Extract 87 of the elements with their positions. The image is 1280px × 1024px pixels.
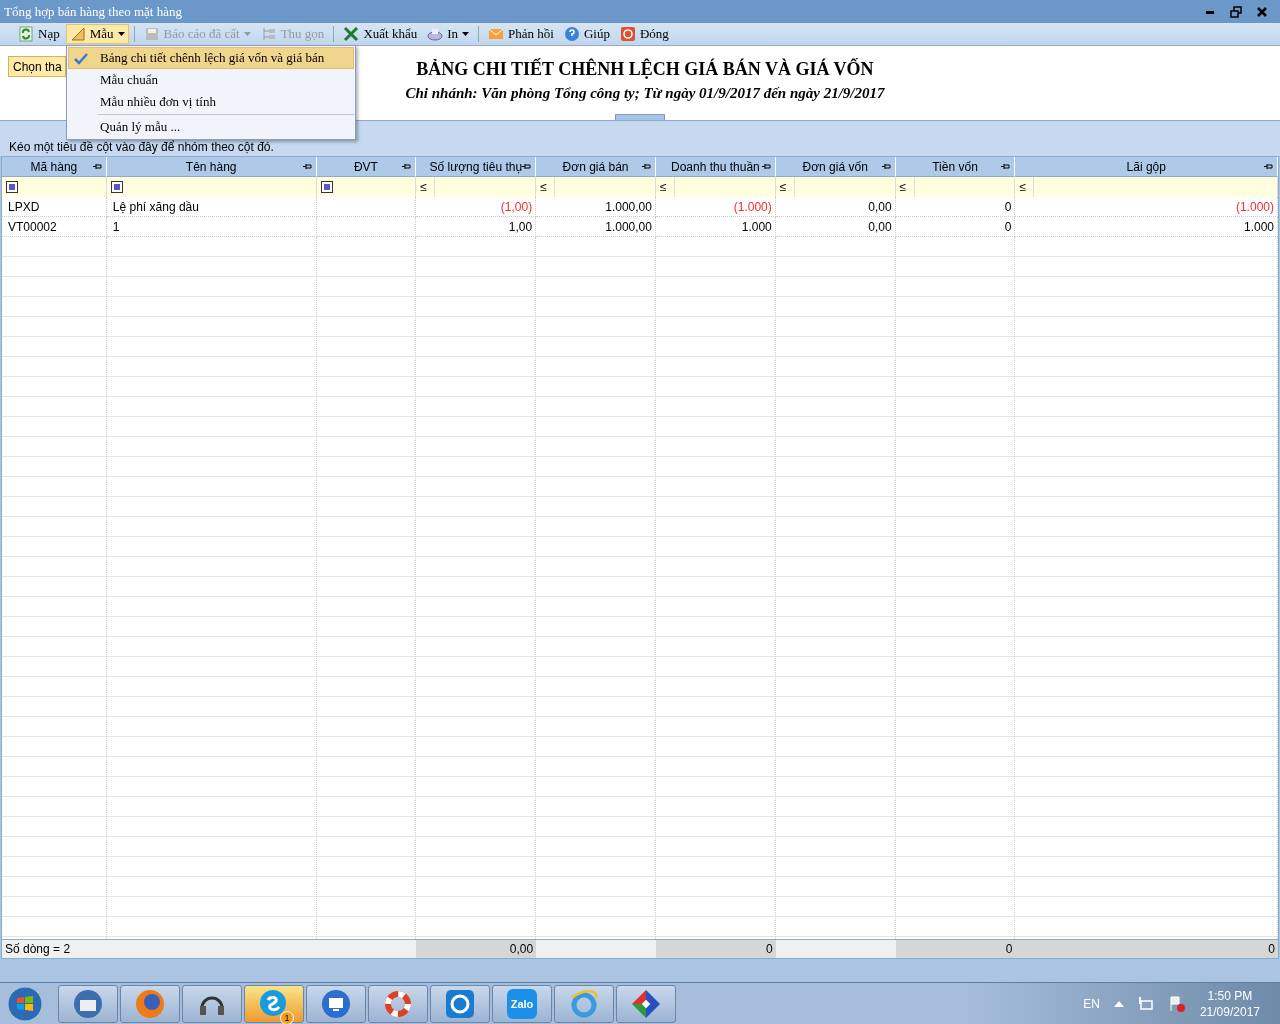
filter-operator[interactable]: ≤ xyxy=(1019,177,1035,197)
pinwheel-icon xyxy=(630,987,662,1020)
tree-icon xyxy=(260,26,277,42)
report-title: BẢNG CHI TIẾT CHÊNH LỆCH GIÁ BÁN VÀ GIÁ VỐN xyxy=(416,59,874,80)
caret-up-icon[interactable] xyxy=(1113,1000,1124,1007)
fork-app-icon xyxy=(444,987,476,1020)
column-header[interactable]: ĐVT xyxy=(316,157,417,177)
save-icon xyxy=(143,26,160,42)
flag-error-icon[interactable] xyxy=(1167,994,1186,1013)
toolbar-button[interactable]: Nạp xyxy=(14,24,64,44)
table-cell: 1.000,00 xyxy=(536,197,656,217)
table-cell: (1,00) xyxy=(416,197,537,217)
help-icon xyxy=(563,26,580,42)
mail-app-icon xyxy=(72,987,104,1020)
start-orb-icon[interactable] xyxy=(7,985,43,1022)
column-header[interactable]: Đơn giá vốn xyxy=(775,157,896,177)
footer-cell: 0,00 xyxy=(416,940,537,958)
collapse-handle[interactable] xyxy=(615,114,665,120)
table-cell: LPXD xyxy=(2,197,107,217)
table-cell: (1.000) xyxy=(655,197,776,217)
toolbar-button[interactable]: Đóng xyxy=(615,24,673,44)
pin-icon[interactable] xyxy=(92,163,102,170)
pin-icon[interactable] xyxy=(1264,163,1273,170)
taskbar-app-button[interactable] xyxy=(430,984,490,1023)
pin-icon[interactable] xyxy=(522,163,532,170)
column-header[interactable]: Doanh thu thuần xyxy=(656,157,776,177)
pin-icon[interactable] xyxy=(1001,163,1011,170)
filter-checkbox[interactable] xyxy=(110,181,123,193)
taskbar-app-button[interactable] xyxy=(616,984,676,1023)
table-cell: Lệ phí xăng dầu xyxy=(106,197,317,217)
monitor-icon xyxy=(320,987,352,1020)
network-icon[interactable] xyxy=(1137,995,1154,1012)
menu-item[interactable]: Mẫu chuẩn xyxy=(68,69,354,91)
table-cell: 0,00 xyxy=(775,197,896,217)
taskbar-app-button[interactable] xyxy=(368,984,428,1023)
column-header[interactable]: Đơn giá bán xyxy=(536,157,656,177)
clock-time: 1:50 PM xyxy=(1207,988,1253,1003)
taskbar-app-button[interactable] xyxy=(120,984,180,1023)
pin-icon[interactable] xyxy=(881,163,891,170)
printer-icon xyxy=(427,26,444,42)
table-cell: 0 xyxy=(895,197,1016,217)
toolbar-button[interactable]: Phản hồi xyxy=(484,24,558,44)
taskbar-app-button[interactable]: 1 xyxy=(244,984,304,1023)
filter-operator[interactable]: ≤ xyxy=(899,177,915,197)
footer-cell: 0 xyxy=(1015,940,1278,958)
column-header[interactable]: Số lượng tiêu thụ xyxy=(416,157,537,177)
filter-operator[interactable]: ≤ xyxy=(660,177,675,197)
close-icon[interactable] xyxy=(1256,5,1268,18)
table-cell: (1.000) xyxy=(1015,197,1278,217)
filter-operator[interactable]: ≤ xyxy=(420,177,436,197)
toolbar-button[interactable]: In xyxy=(423,24,473,44)
refresh-icon xyxy=(18,26,34,42)
filter-operator[interactable]: ≤ xyxy=(779,177,795,197)
restore-icon[interactable] xyxy=(1230,5,1242,18)
toolbar-button[interactable]: Xuất khẩu xyxy=(339,24,422,44)
envelope-icon xyxy=(488,26,504,42)
column-header[interactable]: Tiền vốn xyxy=(895,157,1016,177)
footer-cell: 0 xyxy=(656,940,776,958)
toolbar-button[interactable]: Mẫu xyxy=(65,24,129,44)
notification-badge: 1 xyxy=(280,1010,294,1024)
group-panel-hint: Kéo một tiêu đề cột vào đây để nhóm theo cột đó. xyxy=(9,140,274,154)
column-header[interactable]: Mã hàng xyxy=(2,157,107,177)
clock-date: 21/09/2017 xyxy=(1199,1004,1260,1019)
chat-bubble-icon: Zalo xyxy=(507,988,537,1019)
footer-cell: 0 xyxy=(895,940,1016,958)
footer-cell: Số dòng = 2 xyxy=(2,940,107,958)
taskbar-app-button[interactable] xyxy=(306,984,366,1023)
taskbar-app-button[interactable] xyxy=(58,984,118,1023)
column-header[interactable]: Tên hàng xyxy=(106,157,317,177)
window-title: Tổng hợp bán hàng theo mặt hàng xyxy=(4,3,182,20)
filter-checkbox[interactable] xyxy=(6,181,18,193)
column-header[interactable]: Lãi gộp xyxy=(1015,157,1278,177)
pin-icon[interactable] xyxy=(302,163,312,170)
pin-icon[interactable] xyxy=(402,163,412,170)
filter-operator[interactable]: ≤ xyxy=(540,177,556,197)
options-button[interactable]: Chọn tha xyxy=(8,56,66,77)
power-icon xyxy=(619,26,636,42)
menu-item[interactable]: Quản lý mẫu ... xyxy=(68,116,354,138)
filter-checkbox[interactable] xyxy=(320,181,333,193)
menu-item[interactable]: Bảng chi tiết chênh lệch giá vốn và giá bán xyxy=(68,47,354,69)
pin-icon[interactable] xyxy=(642,163,651,170)
menu-item[interactable]: Mẫu nhiều đơn vị tính xyxy=(68,91,354,113)
ruler-icon xyxy=(69,26,86,42)
toolbar-button[interactable]: Giúp xyxy=(559,24,614,44)
report-subtitle: Chi nhánh: Văn phòng Tổng công ty; Từ ngày 01/9/2017 đến ngày 21/9/2017 xyxy=(405,85,885,102)
pin-icon[interactable] xyxy=(761,163,771,170)
taskbar-app-button[interactable] xyxy=(182,984,242,1023)
